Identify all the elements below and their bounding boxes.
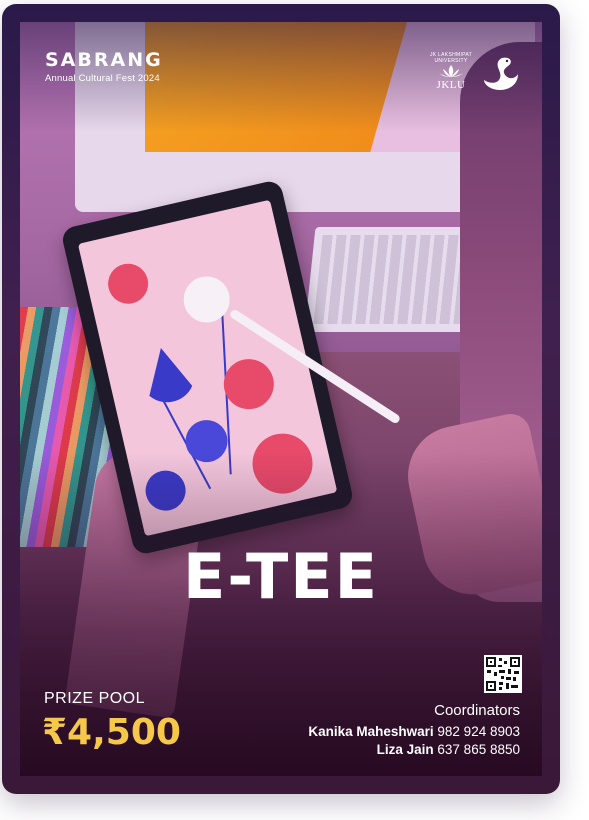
university-logo: JK LAKSHMIPAT UNIVERSITY JKLU xyxy=(426,52,476,91)
lotus-icon xyxy=(439,65,463,77)
keyboard-image xyxy=(304,227,486,332)
brand-block: SABRANG Annual Cultural Fest 2024 xyxy=(45,49,163,84)
coordinators-title: Coordinators xyxy=(434,702,520,719)
university-name: JKLU xyxy=(436,79,466,91)
coordinator-row: Kanika Maheshwari 982 924 8903 xyxy=(308,724,520,739)
event-poster: SABRANG Annual Cultural Fest 2024 JK LAK… xyxy=(2,4,560,794)
brand-subtitle: Annual Cultural Fest 2024 xyxy=(45,73,160,84)
poster-photo: SABRANG Annual Cultural Fest 2024 JK LAK… xyxy=(20,22,542,776)
coordinator-name: Kanika Maheshwari xyxy=(308,724,434,739)
event-title: E-TEE xyxy=(183,540,379,613)
prize-pool-amount: ₹4,500 xyxy=(42,712,181,753)
coordinator-name: Liza Jain xyxy=(376,742,434,757)
qr-code-icon[interactable] xyxy=(484,655,522,693)
coordinator-phone[interactable]: 637 865 8850 xyxy=(437,742,520,757)
coordinator-row: Liza Jain 637 865 8850 xyxy=(377,742,520,757)
swan-icon xyxy=(484,57,518,90)
prize-pool-label: PRIZE POOL xyxy=(44,690,146,707)
brand-name: SABRANG xyxy=(45,49,163,71)
coordinator-phone[interactable]: 982 924 8903 xyxy=(437,724,520,739)
university-arc-text: JK LAKSHMIPAT UNIVERSITY xyxy=(429,52,473,64)
